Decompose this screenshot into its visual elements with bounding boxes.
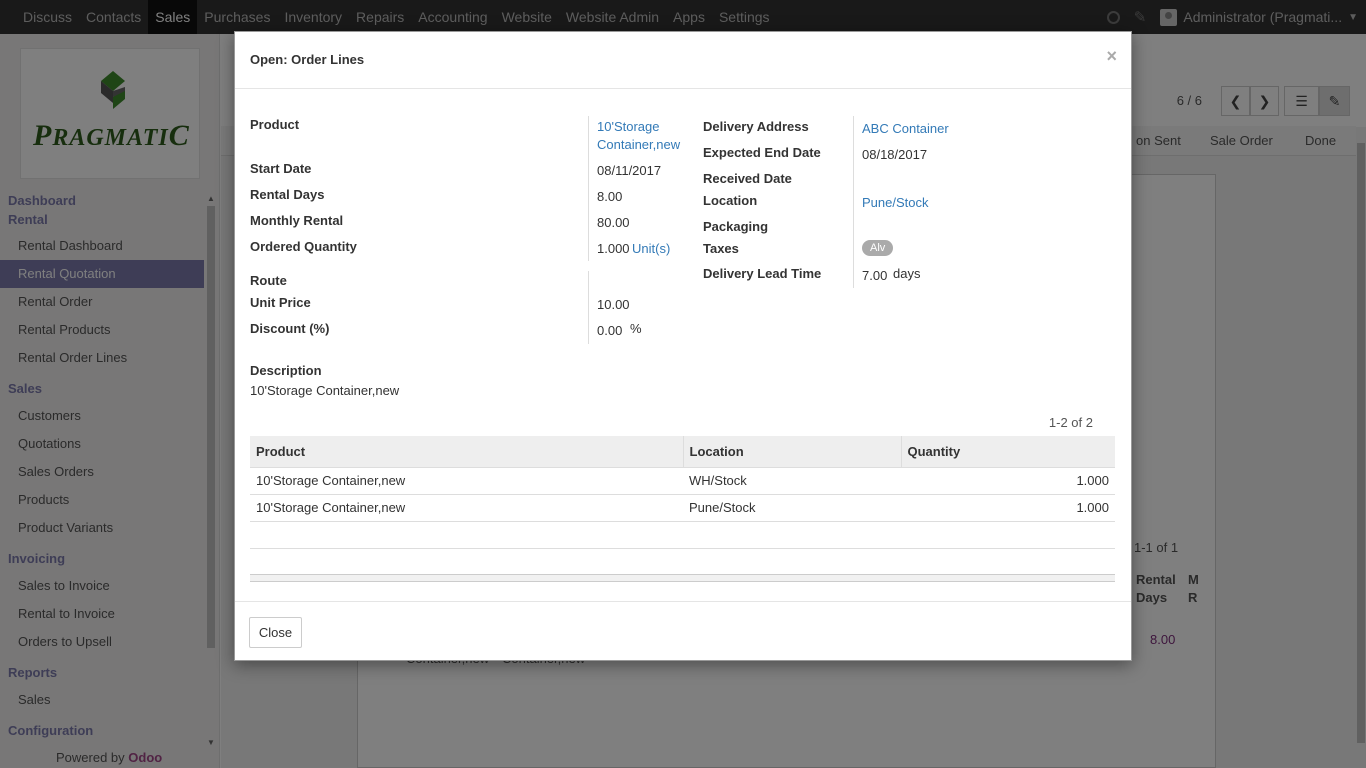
discount-value: 0.00 (597, 323, 623, 338)
ordered-qty-value: 1.000 (597, 241, 630, 256)
packaging-label: Packaging (703, 219, 769, 234)
cell-quantity: 1.000 (901, 494, 1115, 522)
product-label: Product (250, 117, 300, 132)
modal-header: Open: Order Lines × (235, 32, 1131, 89)
expected-end-value: 08/18/2017 (862, 147, 928, 162)
modal-title: Open: Order Lines (250, 52, 365, 67)
cell-product: 10'Storage Container,new (250, 494, 683, 522)
right-col-separator (853, 116, 854, 288)
cell-location: Pune/Stock (683, 494, 901, 522)
delivery-address-label: Delivery Address (703, 119, 809, 134)
route-label: Route (250, 273, 287, 288)
order-line-dialog: Open: Order Lines × Product 10'Storage C… (234, 31, 1132, 661)
col-quantity[interactable]: Quantity (900, 436, 1115, 468)
product-link-line1[interactable]: 10'Storage (597, 119, 659, 134)
discount-label: Discount (%) (250, 321, 330, 336)
monthly-rental-label: Monthly Rental (250, 213, 344, 228)
close-icon[interactable]: × (1106, 46, 1117, 67)
table-header-row: Product Location Quantity (250, 436, 1115, 468)
lead-time-value: 7.00 (862, 268, 888, 283)
table-horizontal-scrollbar[interactable] (250, 574, 1115, 582)
taxes-value: Alv (862, 239, 894, 256)
unit-price-value: 10.00 (597, 297, 630, 312)
location-link[interactable]: Pune/Stock (862, 195, 929, 210)
discount-unit: % (630, 321, 642, 336)
delivery-address-link[interactable]: ABC Container (862, 121, 949, 136)
expected-end-label: Expected End Date (703, 145, 821, 160)
table-row-empty (250, 521, 1115, 549)
col-location[interactable]: Location (682, 436, 901, 468)
lead-time-label: Delivery Lead Time (703, 266, 822, 281)
tax-tag[interactable]: Alv (862, 240, 894, 256)
rental-days-label: Rental Days (250, 187, 325, 202)
left-col-separator-1 (588, 116, 589, 261)
ordered-qty-label: Ordered Quantity (250, 239, 357, 254)
location-label: Location (703, 193, 758, 208)
received-date-label: Received Date (703, 171, 792, 186)
cell-quantity: 1.000 (901, 467, 1115, 495)
modal-footer: Close (235, 601, 1131, 661)
lead-time-unit: days (893, 266, 921, 281)
start-date-value: 08/11/2017 (597, 163, 662, 178)
start-date-label: Start Date (250, 161, 312, 176)
description-label: Description (250, 363, 322, 378)
close-button[interactable]: Close (249, 617, 302, 648)
product-link-line2[interactable]: Container,new (597, 137, 680, 152)
table-row[interactable]: 10'Storage Container,new WH/Stock 1.000 (250, 467, 1115, 495)
cell-product: 10'Storage Container,new (250, 467, 683, 495)
col-product[interactable]: Product (250, 436, 683, 468)
cell-location: WH/Stock (683, 467, 901, 495)
unit-price-label: Unit Price (250, 295, 311, 310)
monthly-rental-value: 80.00 (597, 215, 630, 230)
taxes-label: Taxes (703, 241, 739, 256)
table-row[interactable]: 10'Storage Container,new Pune/Stock 1.00… (250, 494, 1115, 522)
ordered-qty-unit-link[interactable]: Unit(s) (632, 241, 670, 256)
table-pager[interactable]: 1-2 of 2 (1049, 415, 1093, 430)
stock-location-table: Product Location Quantity 10'Storage Con… (250, 436, 1115, 549)
rental-days-value: 8.00 (597, 189, 623, 204)
left-col-separator-2 (588, 271, 589, 344)
description-value: 10'Storage Container,new (250, 383, 400, 398)
